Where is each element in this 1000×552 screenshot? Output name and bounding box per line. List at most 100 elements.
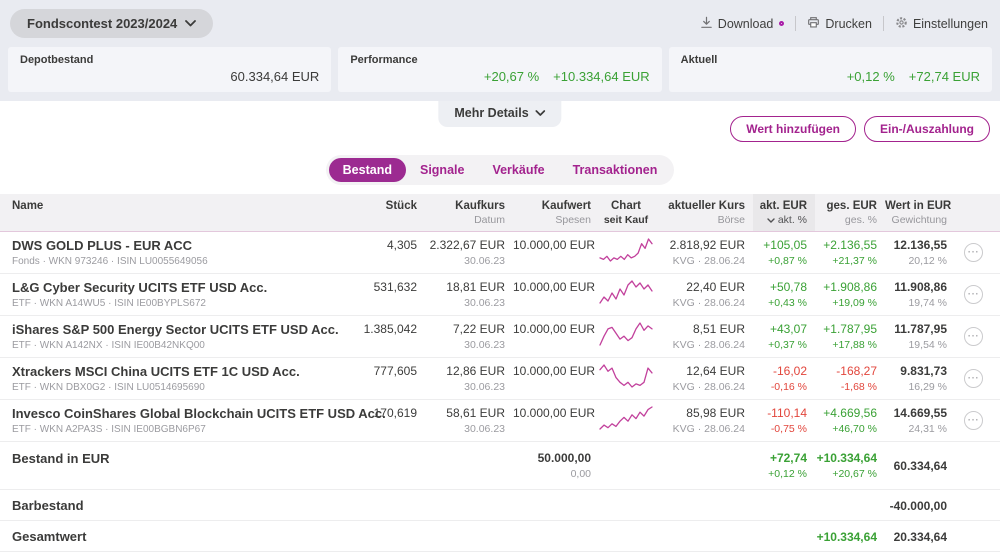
fund-name-link[interactable]: iShares S&P 500 Energy Sector UCITS ETF … bbox=[12, 322, 349, 337]
print-button[interactable]: Drucken bbox=[807, 16, 872, 32]
download-button[interactable]: Download bbox=[700, 16, 785, 32]
deposit-withdrawal-button[interactable]: Ein-/Auszahlung bbox=[864, 116, 990, 142]
column-header-aktueller-kurs[interactable]: aktueller Kurs Börse bbox=[661, 194, 753, 232]
tab-verkaeufe[interactable]: Verkäufe bbox=[478, 158, 558, 182]
name-cell: DWS GOLD PLUS - EUR ACC Fonds · WKN 9732… bbox=[0, 232, 357, 274]
aktueller-kurs-cell: 22,40 EUR KVG · 28.06.24 bbox=[661, 274, 753, 316]
menu-cell: ··· bbox=[955, 358, 1000, 400]
menu-cell: ··· bbox=[955, 274, 1000, 316]
stueck-cell: 1.385,042 bbox=[357, 316, 425, 358]
total-row-barbestand: Barbestand -40.000,00 bbox=[0, 490, 1000, 521]
total-ges-cell: +10.334,64 +20,67 % bbox=[815, 442, 885, 490]
name-cell: Xtrackers MSCI China UCITS ETF 1C USD Ac… bbox=[0, 358, 357, 400]
more-details-button[interactable]: Mehr Details bbox=[438, 101, 561, 127]
premium-badge-icon bbox=[779, 21, 784, 26]
tab-signale[interactable]: Signale bbox=[406, 158, 478, 182]
divider bbox=[795, 16, 796, 31]
wert-cell: 12.136,55 20,12 % bbox=[885, 232, 955, 274]
add-value-button[interactable]: Wert hinzufügen bbox=[730, 116, 856, 142]
stueck-cell: 777,605 bbox=[357, 358, 425, 400]
name-cell: L&G Cyber Security UCITS ETF USD Acc. ET… bbox=[0, 274, 357, 316]
menu-cell: ··· bbox=[955, 232, 1000, 274]
wert-cell: 11.787,95 19,54 % bbox=[885, 316, 955, 358]
kaufwert-cell: 10.000,00 EUR bbox=[513, 400, 599, 442]
card-value: 60.334,64 EUR bbox=[230, 69, 319, 84]
ges-eur-cell: +1.908,86 +19,09 % bbox=[815, 274, 885, 316]
card-value: +72,74 EUR bbox=[909, 69, 980, 84]
column-header-stueck[interactable]: Stück bbox=[357, 194, 425, 232]
aktueller-kurs-cell: 8,51 EUR KVG · 28.06.24 bbox=[661, 316, 753, 358]
row-menu-button[interactable]: ··· bbox=[964, 369, 983, 388]
tab-bar: Bestand Signale Verkäufe Transaktionen bbox=[326, 155, 675, 185]
kaufkurs-cell: 58,61 EUR 30.06.23 bbox=[425, 400, 513, 442]
sparkline-chart bbox=[599, 376, 653, 393]
gesamtwert-wert-cell: 20.334,64 bbox=[885, 521, 955, 552]
chart-cell bbox=[599, 358, 661, 400]
fund-row: Xtrackers MSCI China UCITS ETF 1C USD Ac… bbox=[0, 358, 1000, 400]
table-header: Name Stück Kaufkurs Datum Kaufwert Spese… bbox=[0, 194, 1000, 232]
fund-name-link[interactable]: DWS GOLD PLUS - EUR ACC bbox=[12, 238, 349, 253]
column-header-akt-eur[interactable]: akt. EUR akt. % bbox=[753, 194, 815, 232]
row-menu-button[interactable]: ··· bbox=[964, 411, 983, 430]
tab-bestand[interactable]: Bestand bbox=[329, 158, 406, 182]
settings-button[interactable]: Einstellungen bbox=[895, 16, 988, 32]
settings-label: Einstellungen bbox=[913, 17, 988, 31]
card-label: Performance bbox=[350, 54, 649, 66]
column-header-chart[interactable]: Chart seit Kauf bbox=[599, 194, 661, 232]
column-header-wert[interactable]: Wert in EUR Gewichtung bbox=[885, 194, 955, 232]
akt-eur-cell: -110,14 -0,75 % bbox=[753, 400, 815, 442]
printer-icon bbox=[807, 16, 820, 32]
column-header-name[interactable]: Name bbox=[0, 194, 357, 232]
stueck-cell: 4,305 bbox=[357, 232, 425, 274]
topbar: Fondscontest 2023/2024 Download Drucken bbox=[8, 8, 992, 47]
holdings-table: Name Stück Kaufkurs Datum Kaufwert Spese… bbox=[0, 194, 1000, 552]
column-header-kaufkurs[interactable]: Kaufkurs Datum bbox=[425, 194, 513, 232]
card-depotbestand: Depotbestand 60.334,64 EUR bbox=[8, 47, 331, 92]
total-row-bestand: Bestand in EUR 50.000,00 0,00 +72,74 +0,… bbox=[0, 442, 1000, 490]
wert-cell: 14.669,55 24,31 % bbox=[885, 400, 955, 442]
portfolio-selector[interactable]: Fondscontest 2023/2024 bbox=[10, 9, 213, 38]
column-header-kaufwert[interactable]: Kaufwert Spesen bbox=[513, 194, 599, 232]
column-header-menu bbox=[955, 194, 1000, 232]
card-aktuell: Aktuell +0,12 % +72,74 EUR bbox=[669, 47, 992, 92]
tabs-row: Bestand Signale Verkäufe Transaktionen bbox=[0, 155, 1000, 185]
ges-eur-cell: +4.669,56 +46,70 % bbox=[815, 400, 885, 442]
name-cell: Invesco CoinShares Global Blockchain UCI… bbox=[0, 400, 357, 442]
akt-eur-cell: +50,78 +0,43 % bbox=[753, 274, 815, 316]
chevron-down-icon bbox=[185, 20, 196, 27]
wert-cell: 9.831,73 16,29 % bbox=[885, 358, 955, 400]
fund-name-link[interactable]: L&G Cyber Security UCITS ETF USD Acc. bbox=[12, 280, 349, 295]
fund-name-link[interactable]: Xtrackers MSCI China UCITS ETF 1C USD Ac… bbox=[12, 364, 349, 379]
portfolio-action-buttons: Wert hinzufügen Ein-/Auszahlung bbox=[730, 116, 990, 142]
menu-cell: ··· bbox=[955, 316, 1000, 358]
card-label: Depotbestand bbox=[20, 54, 319, 66]
kaufkurs-cell: 18,81 EUR 30.06.23 bbox=[425, 274, 513, 316]
kaufkurs-cell: 7,22 EUR 30.06.23 bbox=[425, 316, 513, 358]
ges-eur-cell: +2.136,55 +21,37 % bbox=[815, 232, 885, 274]
menu-cell: ··· bbox=[955, 400, 1000, 442]
wert-cell: 11.908,86 19,74 % bbox=[885, 274, 955, 316]
chevron-down-icon bbox=[536, 110, 546, 116]
aktueller-kurs-cell: 2.818,92 EUR KVG · 28.06.24 bbox=[661, 232, 753, 274]
summary-cards: Depotbestand 60.334,64 EUR Performance +… bbox=[8, 47, 992, 92]
chart-cell bbox=[599, 316, 661, 358]
tab-transaktionen[interactable]: Transaktionen bbox=[559, 158, 672, 182]
chart-cell bbox=[599, 232, 661, 274]
row-menu-button[interactable]: ··· bbox=[964, 243, 983, 262]
name-cell: iShares S&P 500 Energy Sector UCITS ETF … bbox=[0, 316, 357, 358]
fund-row: iShares S&P 500 Energy Sector UCITS ETF … bbox=[0, 316, 1000, 358]
gesamtwert-ges-cell: +10.334,64 bbox=[815, 521, 885, 552]
barbestand-wert-cell: -40.000,00 bbox=[885, 490, 955, 521]
column-header-ges-eur[interactable]: ges. EUR ges. % bbox=[815, 194, 885, 232]
akt-eur-cell: -16,02 -0,16 % bbox=[753, 358, 815, 400]
total-akt-cell: +72,74 +0,12 % bbox=[753, 442, 815, 490]
row-menu-button[interactable]: ··· bbox=[964, 327, 983, 346]
ges-eur-cell: +1.787,95 +17,88 % bbox=[815, 316, 885, 358]
kaufwert-cell: 10.000,00 EUR bbox=[513, 358, 599, 400]
download-icon bbox=[700, 16, 713, 32]
total-label: Bestand in EUR bbox=[0, 442, 357, 490]
kaufwert-cell: 10.000,00 EUR bbox=[513, 232, 599, 274]
total-label: Barbestand bbox=[0, 490, 357, 521]
row-menu-button[interactable]: ··· bbox=[964, 285, 983, 304]
fund-name-link[interactable]: Invesco CoinShares Global Blockchain UCI… bbox=[12, 406, 349, 421]
